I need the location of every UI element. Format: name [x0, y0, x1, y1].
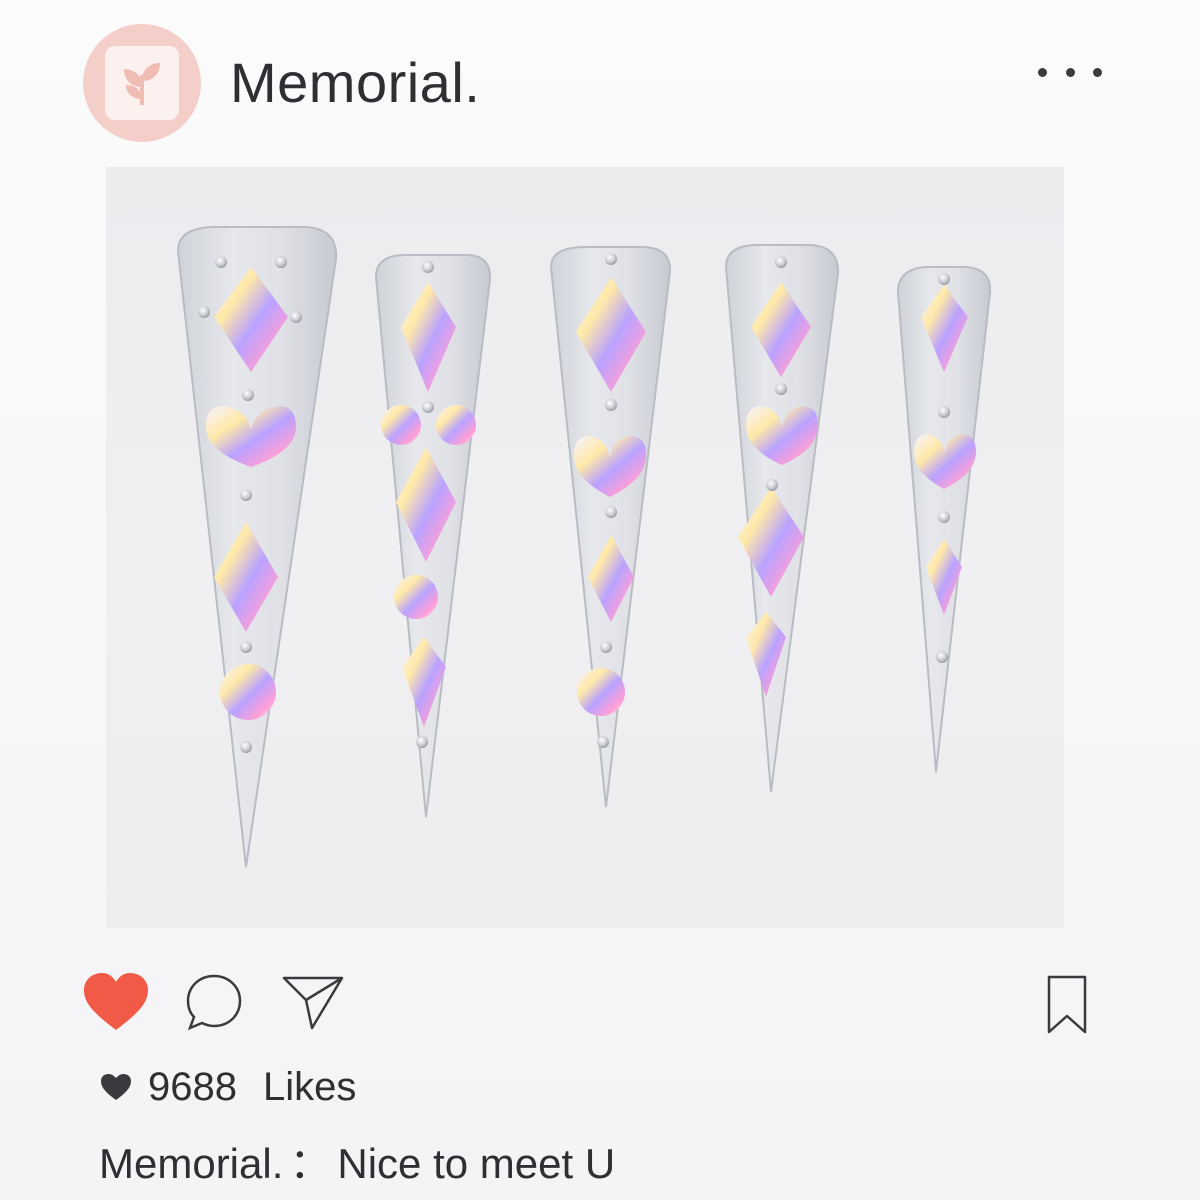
post-card: Memorial. 9688 Likes Memorial. ： Nice to…: [0, 0, 1200, 1200]
nail-3: [549, 246, 672, 808]
leaf-logo-icon: [105, 46, 179, 120]
nail-5: [896, 266, 992, 773]
nail-2: [374, 254, 492, 818]
likes-count: 9688: [148, 1064, 237, 1109]
avatar[interactable]: [83, 24, 201, 142]
comment-icon[interactable]: [184, 972, 244, 1032]
likes-label: Likes: [262, 1064, 357, 1109]
nail-1: [176, 226, 338, 868]
caption-text: Nice to meet U: [337, 1140, 616, 1187]
small-heart-icon: [101, 1074, 131, 1100]
post-username[interactable]: Memorial.: [230, 50, 480, 115]
post-image[interactable]: [106, 167, 1064, 928]
more-options-icon[interactable]: [1038, 62, 1102, 82]
send-icon[interactable]: [282, 972, 344, 1032]
post-caption: Memorial.： Nice to meet U: [99, 1130, 615, 1191]
bookmark-icon[interactable]: [1046, 974, 1088, 1036]
caption-username[interactable]: Memorial.: [99, 1140, 283, 1187]
heart-icon[interactable]: [82, 972, 150, 1032]
caption-separator: ：: [289, 1140, 332, 1187]
likes-row[interactable]: 9688 Likes: [100, 1062, 356, 1112]
nail-4: [724, 244, 840, 793]
